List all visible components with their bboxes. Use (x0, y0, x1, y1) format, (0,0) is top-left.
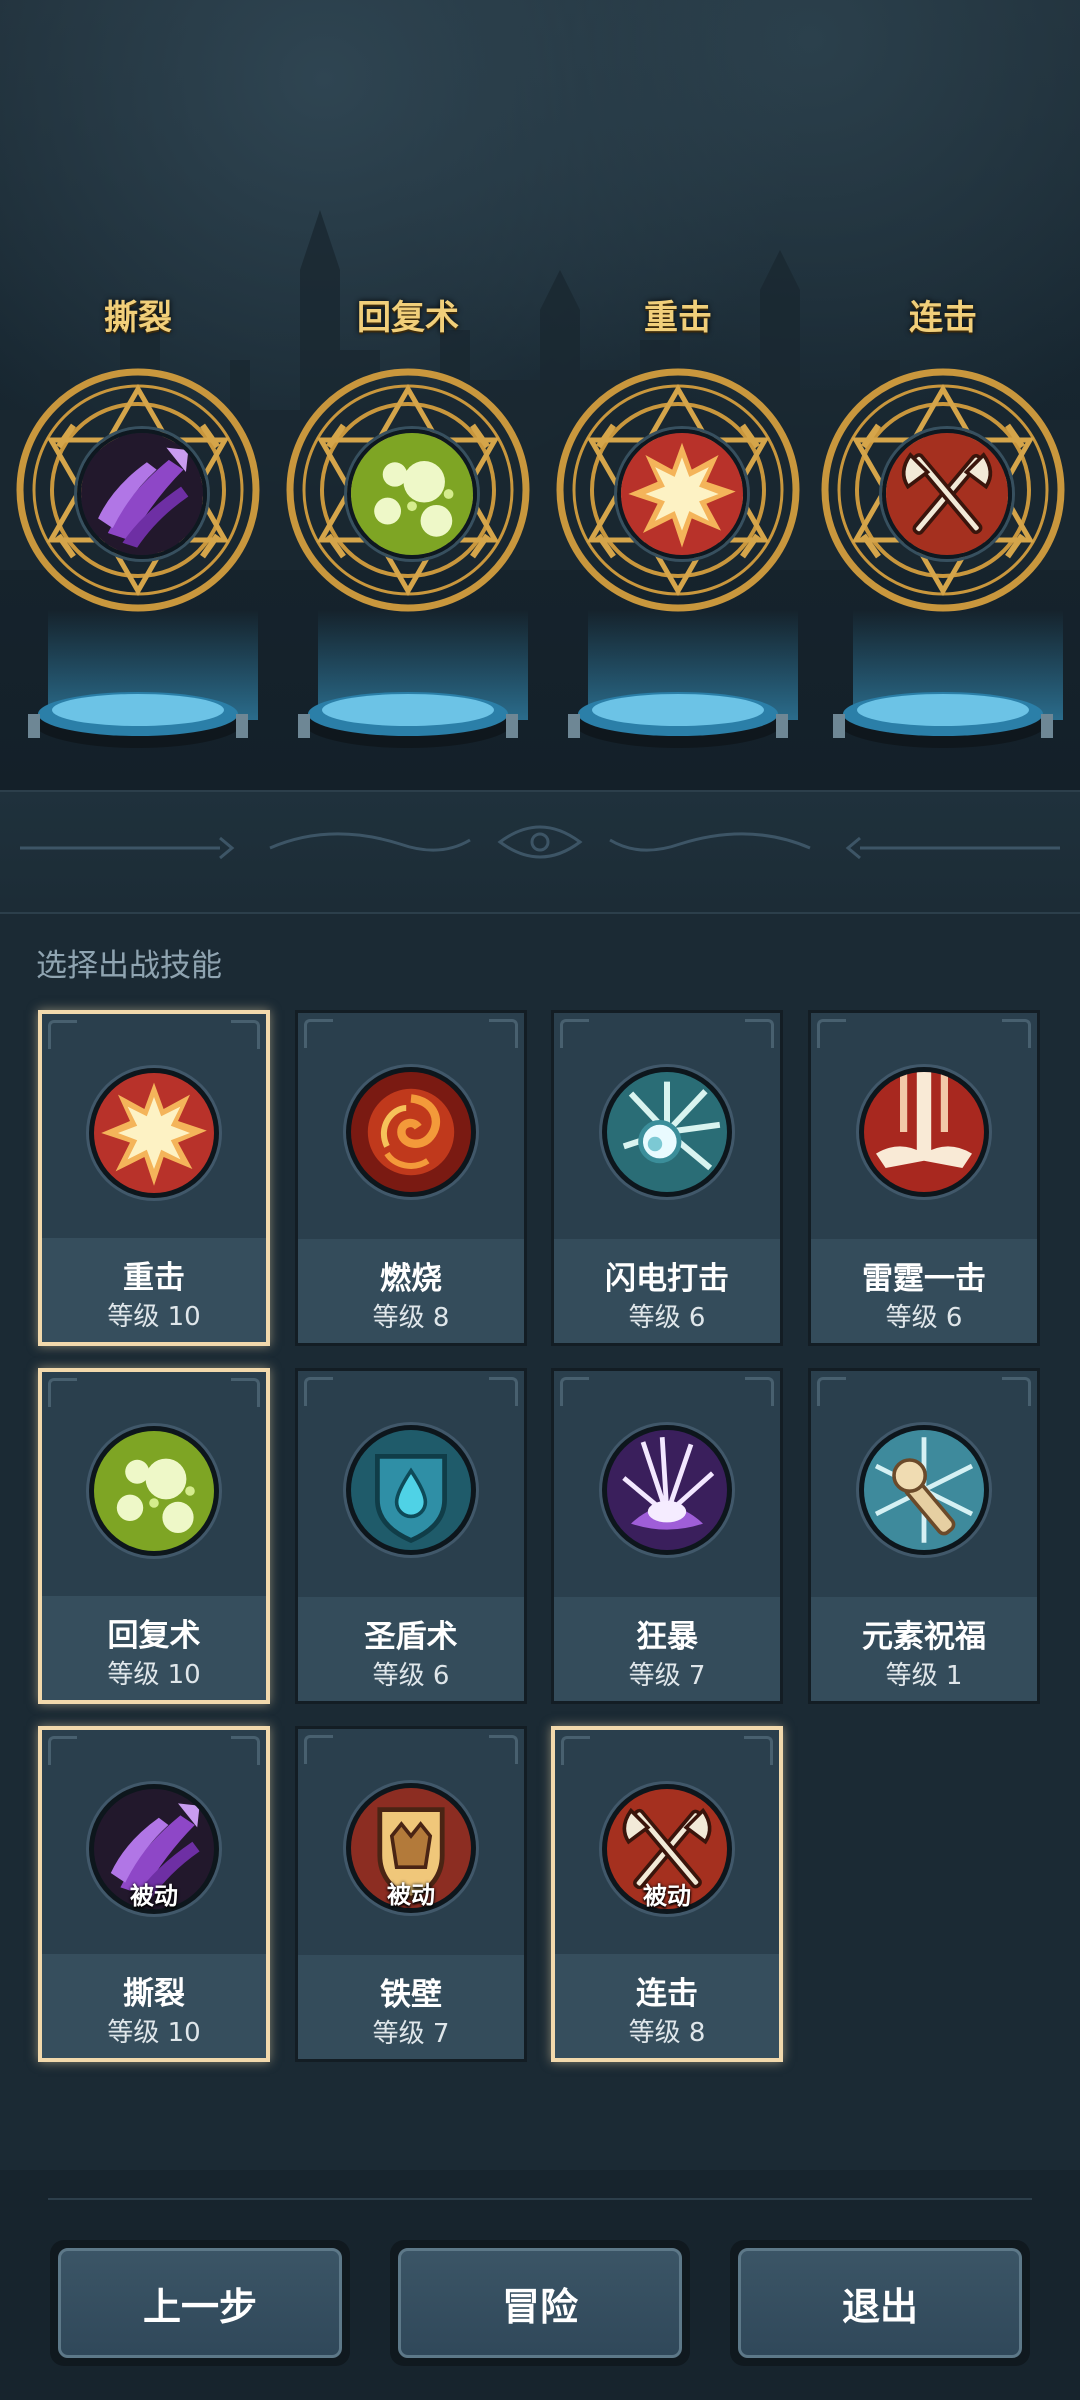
skill-name: 铁壁 (380, 1977, 442, 2013)
divider-line (48, 2198, 1032, 2200)
blessing-staff-icon (864, 1430, 984, 1550)
lightning-orb-icon (607, 1072, 727, 1192)
adventure-label: 冒险 (398, 2248, 682, 2358)
skill-name: 圣盾术 (364, 1619, 458, 1655)
skill-level: 等级 8 (628, 2018, 706, 2048)
crossed-axes-icon (882, 429, 1012, 559)
prev-step-button[interactable]: 上一步 (50, 2240, 350, 2366)
skill-name: 狂暴 (636, 1619, 698, 1655)
passive-badge: 被动 (387, 1881, 435, 1909)
skill-name: 燃烧 (380, 1261, 442, 1297)
impact-burst-icon (94, 1073, 214, 1193)
slot-pedestal (298, 610, 528, 760)
skill-card[interactable]: 回复术 等级 10 (38, 1368, 270, 1704)
skill-level: 等级 10 (107, 1660, 201, 1690)
skill-card[interactable]: 重击 等级 10 (38, 1010, 270, 1346)
skill-level: 等级 6 (628, 1303, 706, 1333)
skill-name: 重击 (123, 1260, 185, 1296)
skill-name: 连击 (636, 1976, 698, 2012)
skill-card[interactable]: 被动 撕裂 等级 10 (38, 1726, 270, 2062)
skill-card[interactable]: 圣盾术 等级 6 (295, 1368, 527, 1704)
passive-badge: 被动 (643, 1882, 691, 1910)
skill-level: 等级 10 (107, 1302, 201, 1332)
prev-step-label: 上一步 (58, 2248, 342, 2358)
green-orbs-icon (94, 1431, 214, 1551)
skill-level: 等级 7 (372, 2019, 450, 2049)
fire-swirl-icon (351, 1072, 471, 1192)
skill-name: 雷霆一击 (862, 1261, 986, 1297)
skill-card[interactable]: 被动 连击 等级 8 (551, 1726, 783, 2062)
skill-level: 等级 7 (628, 1661, 706, 1691)
water-shield-icon (351, 1430, 471, 1550)
skill-card[interactable]: 闪电打击 等级 6 (551, 1010, 783, 1346)
skill-name: 回复术 (107, 1618, 201, 1654)
equipped-skills-scene: 撕裂 回复术 重击 连击 (0, 0, 1080, 790)
equipped-slot-label: 回复术 (357, 298, 459, 338)
ornamental-divider (0, 790, 1080, 914)
rage-burst-icon (607, 1430, 727, 1550)
adventure-button[interactable]: 冒险 (390, 2240, 690, 2366)
thunder-strike-icon (864, 1072, 984, 1192)
equipped-slot-3[interactable]: 重击 (553, 290, 803, 760)
skill-card[interactable]: 雷霆一击 等级 6 (808, 1010, 1040, 1346)
impact-burst-icon (617, 429, 747, 559)
skill-card[interactable]: 狂暴 等级 7 (551, 1368, 783, 1704)
equipped-slot-label: 重击 (644, 298, 712, 338)
skill-name: 撕裂 (123, 1976, 185, 2012)
skill-card[interactable]: 被动 铁壁 等级 7 (295, 1726, 527, 2062)
skill-level: 等级 8 (372, 1303, 450, 1333)
exit-label: 退出 (738, 2248, 1022, 2358)
slot-pedestal (568, 610, 798, 760)
section-label: 选择出战技能 (36, 948, 222, 984)
skill-card[interactable]: 元素祝福 等级 1 (808, 1368, 1040, 1704)
equipped-slot-label: 撕裂 (104, 298, 172, 338)
equipped-slot-label: 连击 (909, 298, 977, 338)
slot-pedestal (28, 610, 258, 760)
exit-button[interactable]: 退出 (730, 2240, 1030, 2366)
equipped-slot-2[interactable]: 回复术 (283, 290, 533, 760)
skill-level: 等级 1 (885, 1661, 963, 1691)
skill-card[interactable]: 燃烧 等级 8 (295, 1010, 527, 1346)
passive-badge: 被动 (130, 1882, 178, 1910)
skill-level: 等级 10 (107, 2018, 201, 2048)
skill-level: 等级 6 (372, 1661, 450, 1691)
skill-level: 等级 6 (885, 1303, 963, 1333)
bottom-action-bar: 上一步 冒险 退出 (0, 2170, 1080, 2400)
equipped-slot-1[interactable]: 撕裂 (13, 290, 263, 760)
green-orbs-icon (347, 429, 477, 559)
skill-name: 元素祝福 (862, 1619, 986, 1655)
purple-claw-icon (77, 429, 207, 559)
equipped-slot-4[interactable]: 连击 (818, 290, 1068, 760)
skill-name: 闪电打击 (605, 1261, 729, 1297)
slot-pedestal (833, 610, 1063, 760)
